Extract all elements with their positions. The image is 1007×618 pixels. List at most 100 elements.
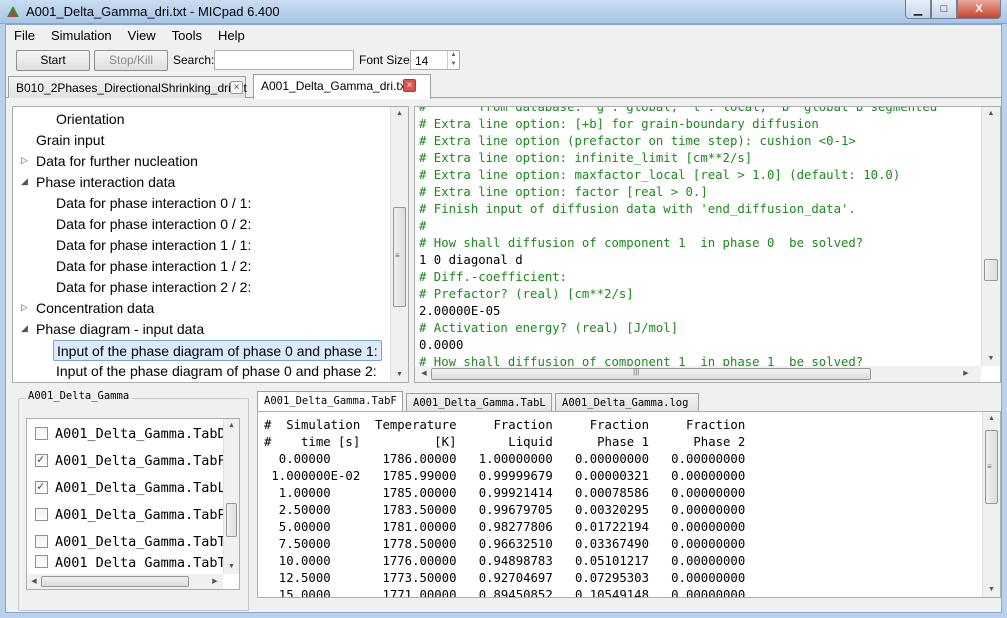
scroll-down-arrow-icon[interactable]: ▼	[983, 583, 1000, 597]
editor-horizontal-scrollbar[interactable]: ◀ ||| ▶	[415, 366, 981, 382]
result-file-item[interactable]: A001_Delta_Gamma.TabL	[35, 474, 226, 501]
scroll-down-arrow-icon[interactable]: ▼	[982, 352, 1000, 366]
result-file-item[interactable]: A001_Delta_Gamma.TabT	[35, 528, 226, 555]
scroll-thumb[interactable]	[431, 368, 871, 380]
stop-kill-button[interactable]: Stop/Kill	[94, 50, 168, 71]
tree-vertical-scrollbar[interactable]: ▲ ≡ ▼	[390, 107, 408, 382]
grip-icon: |||	[633, 367, 640, 376]
scroll-left-arrow-icon[interactable]: ◀	[27, 574, 41, 589]
tree-item[interactable]: Concentration data	[36, 298, 154, 319]
results-table-view[interactable]: # Simulation Temperature Fraction Fracti…	[257, 411, 1001, 598]
result-file-list[interactable]: A001_Delta_Gamma.TabD A001_Delta_Gamma.T…	[26, 418, 240, 590]
tree-item[interactable]: Phase interaction data	[36, 172, 175, 193]
table-row: 2.50000 1783.50000 0.99679705 0.00320295…	[264, 503, 746, 517]
scroll-thumb[interactable]	[984, 259, 998, 281]
tree-item[interactable]: Input of the phase diagram of phase 0 an…	[56, 361, 377, 382]
code-line: # Diff.-coefficient:	[419, 270, 568, 284]
minimize-button[interactable]: ▁	[905, 0, 931, 19]
tab-b010-file[interactable]: B010_2Phases_DirectionalShrinking_dri.tx…	[8, 76, 247, 98]
tab-tabl[interactable]: A001_Delta_Gamma.TabL	[406, 393, 552, 411]
menu-bar: File Simulation View Tools Help	[6, 25, 1001, 46]
table-row: 0.00000 1786.00000 1.00000000 0.00000000…	[264, 452, 746, 466]
collapse-arrow-icon[interactable]: ◢	[21, 323, 28, 334]
scroll-thumb[interactable]	[41, 576, 189, 587]
close-tab-icon[interactable]: ×	[230, 81, 243, 94]
input-structure-tree[interactable]: Orientation Grain input ▷ Data for furth…	[12, 106, 409, 383]
file-name: A001_Delta_Gamma.TabF	[55, 452, 226, 469]
toolbar: Start Stop/Kill Search: Font Size: 14 ▲ ▼	[6, 46, 1001, 73]
start-button[interactable]: Start	[16, 50, 90, 71]
code-editor[interactable]: # from database: g : global, l : local, …	[414, 106, 1001, 383]
scroll-left-arrow-icon[interactable]: ◀	[417, 366, 431, 382]
scroll-up-arrow-icon[interactable]: ▲	[983, 412, 1000, 426]
search-input[interactable]	[214, 50, 354, 70]
editor-vertical-scrollbar[interactable]: ▲ ▼	[981, 107, 1000, 366]
table-header-row: # Simulation Temperature Fraction Fracti…	[264, 418, 746, 432]
table-row: 10.0000 1776.00000 0.94898783 0.05101217…	[264, 554, 746, 568]
menu-tools[interactable]: Tools	[164, 25, 210, 46]
code-line: # Extra line option: factor [real > 0.]	[419, 185, 708, 199]
menu-help[interactable]: Help	[210, 25, 253, 46]
tree-item[interactable]: Data for further nucleation	[36, 151, 198, 172]
result-file-item[interactable]: A001_Delta_Gamma.TabF	[35, 447, 226, 474]
spin-arrows-icon[interactable]: ▲ ▼	[447, 51, 459, 69]
table-row: 1.00000 1785.00000 0.99921414 0.00078586…	[264, 486, 746, 500]
table-row: 5.00000 1781.00000 0.98277806 0.01722194…	[264, 520, 746, 534]
file-checkbox[interactable]	[35, 452, 48, 467]
scroll-down-arrow-icon[interactable]: ▼	[391, 368, 408, 382]
expand-arrow-icon[interactable]: ▷	[21, 155, 28, 166]
file-list-vertical-scrollbar[interactable]: ▲ ▼	[223, 419, 239, 574]
collapse-arrow-icon[interactable]: ◢	[21, 176, 28, 187]
tab-label: A001_Delta_Gamma_dri.txt	[261, 79, 410, 93]
scroll-up-arrow-icon[interactable]: ▲	[224, 419, 239, 433]
scroll-up-arrow-icon[interactable]: ▲	[391, 107, 408, 121]
tab-a001-file[interactable]: A001_Delta_Gamma_dri.txt ×	[253, 74, 431, 99]
close-tab-icon[interactable]: ×	[403, 79, 416, 92]
file-list-horizontal-scrollbar[interactable]: ◀ ▶	[27, 574, 223, 589]
tree-item[interactable]: Data for phase interaction 1 / 1:	[56, 235, 251, 256]
scroll-thumb[interactable]	[226, 503, 237, 537]
maximize-button[interactable]: □	[931, 0, 957, 19]
file-checkbox[interactable]	[35, 535, 48, 548]
search-label: Search:	[173, 53, 215, 67]
menu-file[interactable]: File	[6, 25, 43, 46]
menu-simulation[interactable]: Simulation	[43, 25, 120, 46]
menu-view[interactable]: View	[120, 25, 164, 46]
file-name: A001_Delta_Gamma.TabT	[55, 555, 226, 569]
code-line: 1 0 diagonal d	[419, 253, 523, 267]
result-file-item[interactable]: A001_Delta_Gamma.TabD	[35, 420, 226, 447]
scroll-up-arrow-icon[interactable]: ▲	[982, 107, 1000, 121]
file-checkbox[interactable]	[35, 427, 48, 440]
file-name: A001_Delta_Gamma.TabT	[55, 533, 226, 550]
main-window: File Simulation View Tools Help Start St…	[5, 24, 1002, 613]
tree-item[interactable]: Grain input	[36, 130, 104, 151]
expand-arrow-icon[interactable]: ▷	[21, 302, 28, 313]
scroll-right-arrow-icon[interactable]: ▶	[208, 574, 222, 589]
file-checkbox[interactable]	[35, 555, 48, 568]
font-size-spinbox[interactable]: 14 ▲ ▼	[410, 50, 460, 70]
result-file-item[interactable]: A001_Delta_Gamma.TabT	[35, 555, 226, 569]
code-line: # Activation energy? (real) [J/mol]	[419, 321, 679, 335]
tree-item[interactable]: Phase diagram - input data	[36, 319, 204, 340]
tree-item[interactable]: Data for phase interaction 2 / 2:	[56, 277, 251, 298]
tree-item[interactable]: Data for phase interaction 1 / 2:	[56, 256, 251, 277]
file-checkbox[interactable]	[35, 479, 48, 494]
result-file-item[interactable]: A001_Delta_Gamma.TabP	[35, 501, 226, 528]
file-checkbox[interactable]	[35, 508, 48, 521]
tab-log[interactable]: A001_Delta_Gamma.log	[555, 393, 699, 411]
file-name: A001_Delta_Gamma.TabL	[55, 479, 226, 496]
tree-item-selected[interactable]: Input of the phase diagram of phase 0 an…	[53, 340, 382, 361]
scroll-right-arrow-icon[interactable]: ▶	[959, 366, 973, 382]
tree-item[interactable]: Orientation	[56, 109, 124, 130]
file-name: A001_Delta_Gamma.TabP	[55, 506, 226, 523]
tree-item[interactable]: Data for phase interaction 0 / 2:	[56, 214, 251, 235]
micpad-app-icon[interactable]	[5, 4, 21, 20]
code-line: # from database: g : global, l : local, …	[419, 106, 938, 114]
table-vertical-scrollbar[interactable]: ▲ ≡ ▼	[982, 412, 1000, 597]
grip-icon: ≡	[395, 251, 400, 260]
close-button[interactable]: X	[957, 0, 1001, 19]
tree-item[interactable]: Data for phase interaction 0 / 1:	[56, 193, 251, 214]
scroll-down-arrow-icon[interactable]: ▼	[224, 560, 239, 574]
table-row: 15.0000 1771.00000 0.89450852 0.10549148…	[264, 588, 746, 598]
tab-tabf[interactable]: A001_Delta_Gamma.TabF	[257, 391, 403, 412]
